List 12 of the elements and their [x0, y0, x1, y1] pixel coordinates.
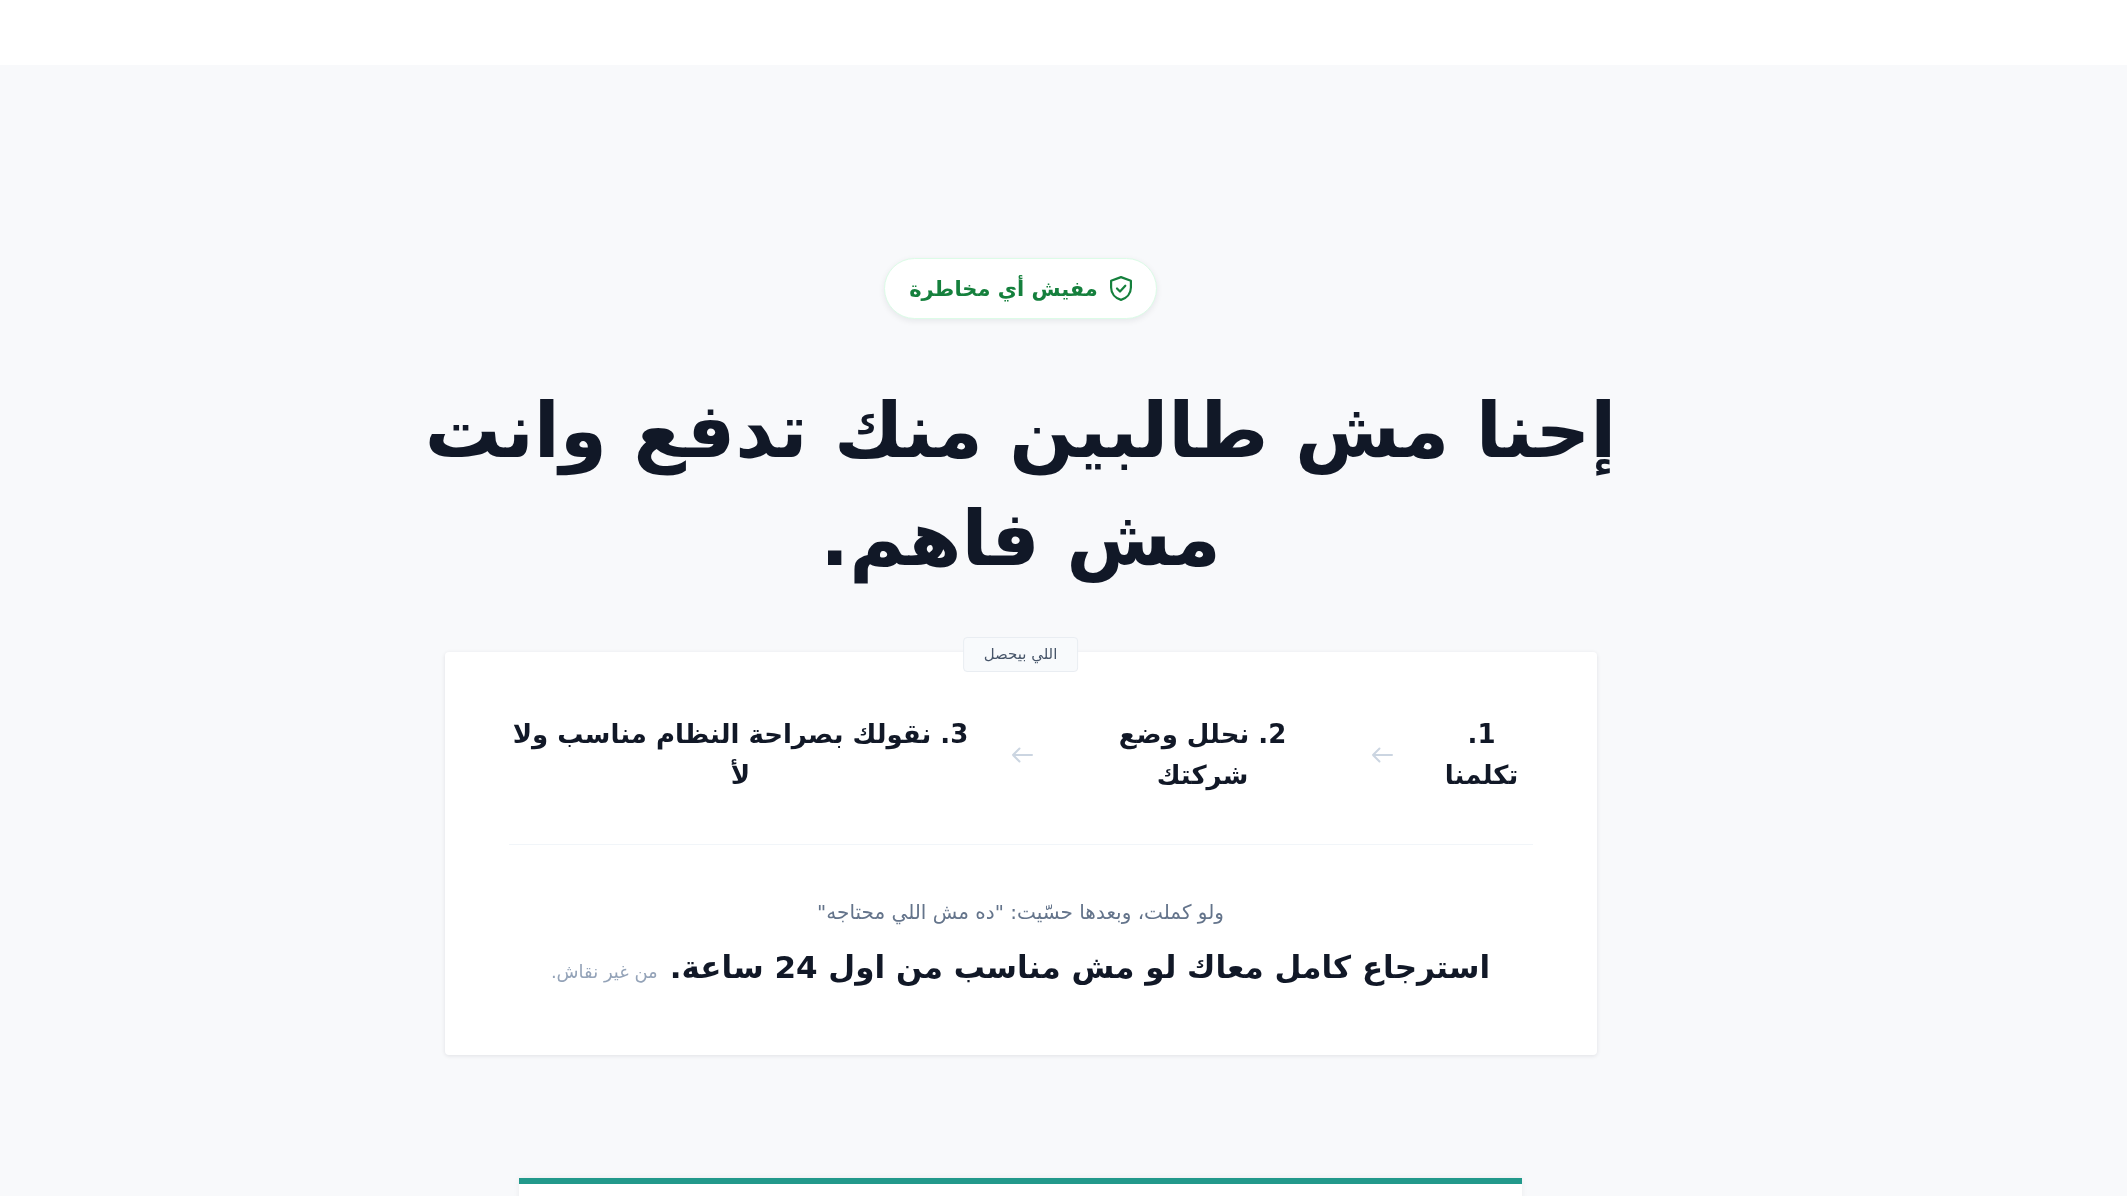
arrow-icon [1010, 747, 1033, 763]
subtext: ولو كملت، وبعدها حسّيت: "ده مش اللي محتاجه" [816, 899, 1225, 927]
guarantee-text: استرجاع كامل معاك لو مش مناسب من اول 24 ساعة. [669, 948, 1491, 988]
guarantee-note: من غير نقاش. [550, 960, 658, 985]
shield-check-icon [1109, 276, 1132, 301]
badge-label: مفيش أي مخاطرة [909, 276, 1098, 301]
arrow-icon [1370, 747, 1393, 763]
step-label: 3. نقولك بصراحة النظام مناسب ولا لأ [511, 718, 970, 792]
step-label: 2. نحلل وضع شركتك [1117, 718, 1288, 793]
page-heading: إحنا مش طالبين منك تدفع وانت مش فاهم. [423, 385, 1618, 586]
section-tag: اللي بيحصل [962, 637, 1079, 672]
step-label: 1. تكلمنا [1443, 718, 1520, 792]
